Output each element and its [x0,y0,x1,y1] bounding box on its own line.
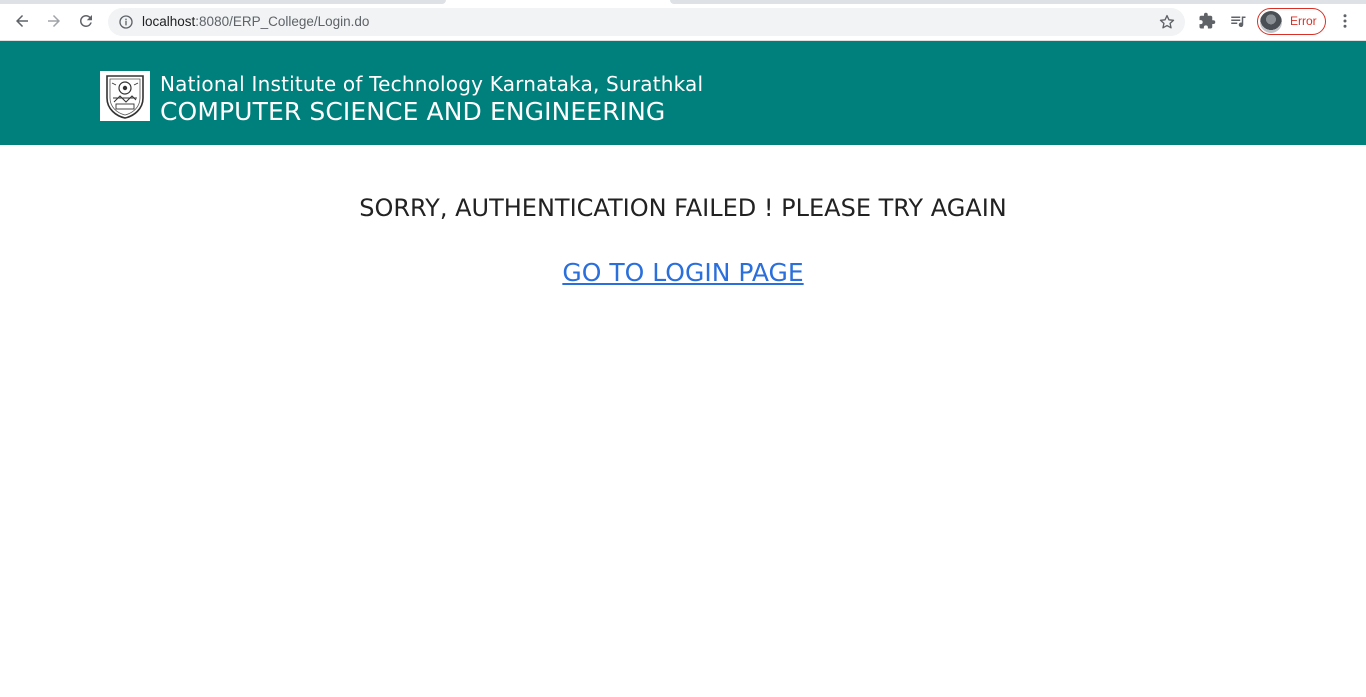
tab-strip [0,0,1366,4]
institute-name: National Institute of Technology Karnata… [160,72,704,96]
browser-toolbar: localhost:8080/ERP_College/Login.do Erro… [0,0,1366,41]
login-link-container: GO TO LOGIN PAGE [0,258,1366,287]
menu-kebab-icon[interactable] [1335,11,1355,31]
institute-crest-icon [100,71,150,121]
bookmark-star-icon[interactable] [1158,13,1176,31]
reload-icon[interactable] [75,10,97,32]
url-host: localhost [142,14,196,29]
url-text[interactable]: localhost:8080/ERP_College/Login.do [142,14,369,29]
forward-icon[interactable] [43,10,65,32]
url-path: :8080/ERP_College/Login.do [195,14,370,29]
avatar [1260,11,1282,33]
site-header: National Institute of Technology Karnata… [0,41,1366,145]
department-name: COMPUTER SCIENCE AND ENGINEERING [160,97,666,126]
media-queue-icon[interactable] [1228,11,1248,31]
extensions-puzzle-icon[interactable] [1197,11,1217,31]
address-bar[interactable]: localhost:8080/ERP_College/Login.do [108,8,1185,36]
back-icon[interactable] [11,10,33,32]
go-to-login-link[interactable]: GO TO LOGIN PAGE [562,258,803,287]
tab-edge-left[interactable] [0,0,446,4]
site-info-icon[interactable] [118,14,134,30]
tab-edge-right[interactable] [670,0,1366,4]
auth-error-message: SORRY, AUTHENTICATION FAILED ! PLEASE TR… [359,194,1007,222]
profile-status: Error [1290,14,1317,28]
institute-logo [100,71,150,121]
profile-error-button[interactable]: Error [1257,8,1326,35]
